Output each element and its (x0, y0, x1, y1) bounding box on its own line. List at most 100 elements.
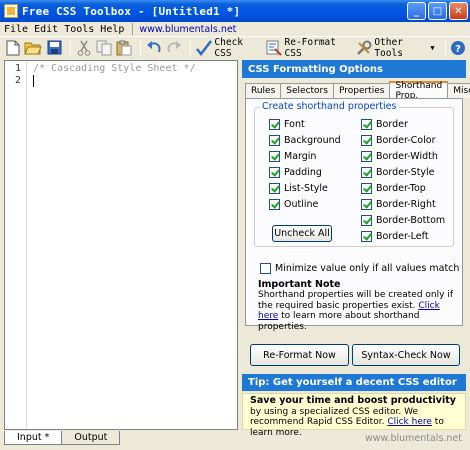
checkbox-label: Padding (284, 167, 322, 178)
checkbox-label: Margin (284, 151, 317, 162)
code-editor[interactable]: 1 2 /* Cascading Style Sheet */ (4, 60, 238, 430)
shorthand-tab-content: Create shorthand properties Font Backgro… (245, 98, 463, 332)
check-css-button[interactable]: Check CSS (195, 37, 259, 59)
other-tools-button[interactable]: Other Tools ▼ (355, 36, 435, 59)
toolbar-separator (140, 39, 142, 56)
menu-separator (132, 23, 134, 35)
checkbox-label: Border (376, 119, 408, 130)
checkbox-border-left[interactable]: Border-Left (361, 231, 429, 242)
reformat-icon (265, 38, 282, 58)
toolbar-separator (190, 39, 192, 56)
checkbox-box[interactable] (361, 215, 372, 226)
tip-box: Save your time and boost productivity by… (242, 393, 466, 438)
checkbox-box[interactable] (269, 199, 280, 210)
checkbox-border-width[interactable]: Border-Width (361, 151, 438, 162)
minimize-button[interactable]: _ (407, 2, 426, 20)
checkbox-box[interactable] (269, 183, 280, 194)
checkbox-list-style[interactable]: List-Style (269, 183, 328, 194)
checkbox-margin[interactable]: Margin (269, 151, 316, 162)
tip-bold-text: Save your time and boost productivity (250, 395, 456, 406)
checkbox-box[interactable] (269, 119, 280, 130)
close-button[interactable]: ✕ (449, 2, 468, 20)
tab-misc[interactable]: Misc (447, 83, 470, 98)
editor-tabs: Input * Output (4, 431, 121, 445)
reformat-now-button[interactable]: Re-Format Now (250, 344, 349, 366)
checkbox-box[interactable] (361, 135, 372, 146)
checkbox-box[interactable] (361, 199, 372, 210)
undo-icon[interactable] (145, 38, 162, 58)
maximize-button[interactable]: □ (428, 2, 447, 20)
tab-input[interactable]: Input * (4, 431, 63, 445)
line-number: 1 (14, 63, 21, 74)
tab-selectors[interactable]: Selectors (280, 83, 334, 98)
toolbar-separator (444, 39, 446, 56)
checkbox-border-style[interactable]: Border-Style (361, 167, 435, 178)
other-tools-label: Other Tools (374, 36, 403, 59)
menu-tools[interactable]: Tools (64, 24, 94, 35)
checkbox-border-right[interactable]: Border-Right (361, 199, 436, 210)
note-title: Important Note (258, 279, 341, 290)
checkbox-label: Border-Left (376, 231, 429, 242)
checkbox-box[interactable] (361, 183, 372, 194)
checkbox-label: Border-Width (376, 151, 438, 162)
toolbar: Check CSS Re-Format CSS Other Tools ▼ ? (0, 36, 470, 59)
tip-header: Tip: Get yourself a decent CSS editor (242, 374, 466, 391)
checkbox-label: Font (284, 119, 305, 130)
help-icon[interactable]: ? (450, 38, 467, 58)
open-icon[interactable] (24, 38, 43, 58)
checkbox-border[interactable]: Border (361, 119, 408, 130)
menu-edit[interactable]: Edit (34, 24, 58, 35)
website-link[interactable]: www.blumentals.net (139, 24, 236, 35)
checkbox-box[interactable] (361, 231, 372, 242)
checkbox-font[interactable]: Font (269, 119, 305, 130)
checkbox-border-color[interactable]: Border-Color (361, 135, 435, 146)
reformat-css-button[interactable]: Re-Format CSS (265, 37, 349, 59)
copy-icon[interactable] (95, 38, 112, 58)
uncheck-all-button[interactable]: Uncheck All (272, 225, 332, 242)
checkbox-box[interactable] (260, 263, 271, 274)
checkbox-outline[interactable]: Outline (269, 199, 318, 210)
paste-icon[interactable] (116, 38, 133, 58)
checkbox-box[interactable] (269, 167, 280, 178)
checkbox-label: List-Style (284, 183, 328, 194)
checkbox-box[interactable] (361, 167, 372, 178)
note-text: Shorthand properties will be created onl… (258, 290, 458, 332)
window-controls: _ □ ✕ (407, 2, 468, 20)
checkbox-label: Border-Style (376, 167, 435, 178)
checkbox-label: Border-Top (376, 183, 426, 194)
menu-help[interactable]: Help (100, 24, 124, 35)
tab-output[interactable]: Output (61, 431, 121, 445)
checkbox-padding[interactable]: Padding (269, 167, 322, 178)
panel-header: CSS Formatting Options (242, 60, 466, 78)
checkbox-background[interactable]: Background (269, 135, 341, 146)
text-cursor (33, 75, 34, 87)
code-text[interactable]: /* Cascading Style Sheet */ (33, 63, 196, 75)
checkbox-label: Border-Color (376, 135, 436, 146)
syntax-check-button[interactable]: Syntax-Check Now (352, 344, 460, 366)
checkbox-box[interactable] (269, 135, 280, 146)
checkbox-box[interactable] (361, 151, 372, 162)
checkbox-minimize-values[interactable]: Minimize value only if all values match (260, 263, 459, 274)
save-icon[interactable] (45, 38, 62, 58)
redo-icon[interactable] (166, 38, 183, 58)
checkbox-label: Border-Right (376, 199, 436, 210)
line-number: 2 (14, 75, 21, 86)
cut-icon[interactable] (75, 38, 92, 58)
tools-icon (355, 38, 372, 58)
toolbar-separator (69, 39, 71, 56)
checkbox-label: Border-Bottom (376, 215, 446, 226)
menu-file[interactable]: File (4, 24, 28, 35)
tip-link[interactable]: Click here (387, 417, 432, 427)
tab-properties[interactable]: Properties (332, 83, 391, 98)
tab-shorthand[interactable]: Shorthand Prop. (389, 81, 449, 101)
checkbox-box[interactable] (269, 151, 280, 162)
tab-rules[interactable]: Rules (245, 83, 282, 98)
checkbox-box[interactable] (361, 119, 372, 130)
menu-bar: File Edit Tools Help www.blumentals.net (0, 22, 470, 36)
group-title: Create shorthand properties (260, 101, 399, 112)
checkbox-border-bottom[interactable]: Border-Bottom (361, 215, 445, 226)
checkbox-border-top[interactable]: Border-Top (361, 183, 426, 194)
svg-text:?: ? (455, 44, 461, 55)
note-text-part: to learn more about shorthand properties… (258, 311, 420, 332)
new-icon[interactable] (4, 38, 21, 58)
